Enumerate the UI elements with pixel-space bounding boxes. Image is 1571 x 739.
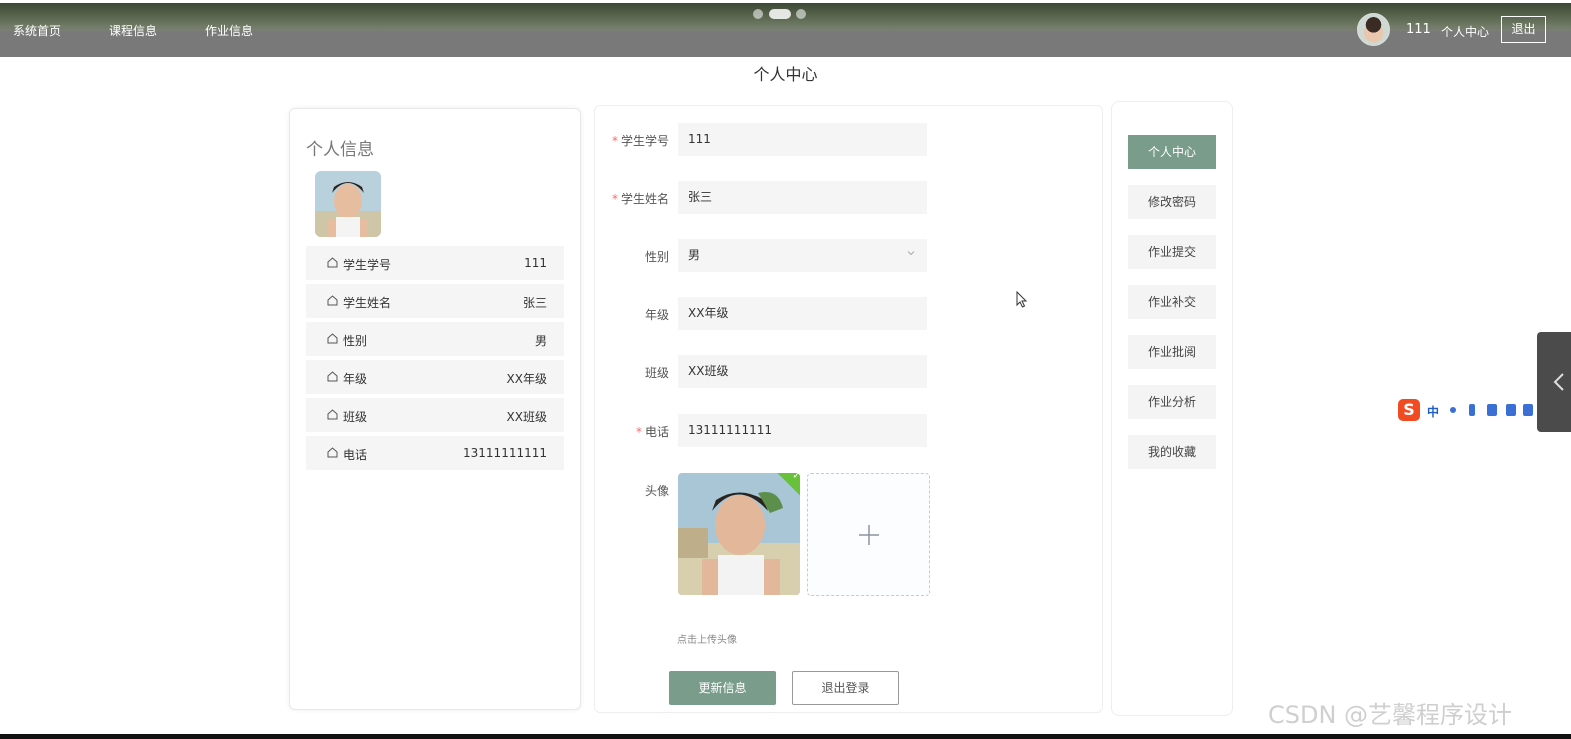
list-item: 学生学号 111 <box>306 246 564 280</box>
profile-info-list: 学生学号 111 学生姓名 张三 性别 男 年级 XX年级 班级 XX班级 电话… <box>306 246 564 474</box>
menu-item-homework-analysis[interactable]: 作业分析 <box>1128 385 1216 419</box>
menu-item-my-favorites[interactable]: 我的收藏 <box>1128 435 1216 469</box>
page-title: 个人中心 <box>753 65 818 84</box>
ime-toolbar[interactable]: S 中 <box>1396 398 1537 424</box>
profile-avatar <box>315 171 381 237</box>
check-icon: ✓ <box>792 473 800 482</box>
ime-mode[interactable]: 中 <box>1427 403 1439 420</box>
tools-icon[interactable] <box>1523 404 1533 416</box>
nav-user-center[interactable]: 个人中心 <box>1441 23 1489 40</box>
gender-select-value: 男 <box>688 248 701 262</box>
carousel-dot-active[interactable] <box>769 9 791 19</box>
top-stripe <box>0 0 1571 3</box>
profile-form: * 学生学号 111 * 学生姓名 张三 性别 男 年级 XX年级 班级 XX班级 … <box>594 105 1103 713</box>
side-collapse-tab[interactable] <box>1537 332 1571 432</box>
avatar-label: 头像 <box>644 484 669 498</box>
info-value: 13111111111 <box>463 446 547 460</box>
logout-login-button[interactable]: 退出登录 <box>792 671 899 705</box>
user-avatar[interactable] <box>1357 13 1390 46</box>
list-item: 学生姓名 张三 <box>306 284 564 318</box>
carousel-dot[interactable] <box>753 9 763 19</box>
menu-item-review-homework[interactable]: 作业批阅 <box>1128 335 1216 369</box>
uploaded-avatar[interactable]: ✓ <box>678 473 800 595</box>
info-label: 班级 <box>343 410 368 424</box>
student-name-label: * 学生姓名 <box>611 192 669 206</box>
class-label: 班级 <box>644 366 669 380</box>
list-item: 班级 XX班级 <box>306 398 564 432</box>
info-value: XX班级 <box>506 410 547 424</box>
phone-field[interactable]: 13111111111 <box>678 414 927 447</box>
info-label: 电话 <box>343 448 368 462</box>
student-no-label: * 学生学号 <box>611 134 669 148</box>
microphone-icon[interactable] <box>1469 404 1475 416</box>
info-value: 张三 <box>522 296 547 310</box>
info-label: 性别 <box>343 334 368 348</box>
mouse-cursor-icon <box>1016 291 1028 308</box>
menu-item-user-center[interactable]: 个人中心 <box>1128 135 1216 169</box>
student-no-field[interactable]: 111 <box>678 123 927 156</box>
home-icon <box>327 333 338 344</box>
grade-field[interactable]: XX年级 <box>678 297 927 330</box>
list-item: 性别 男 <box>306 322 564 356</box>
username: 111 <box>1406 22 1431 37</box>
logout-button[interactable]: 退出 <box>1501 16 1546 43</box>
menu-item-late-submission[interactable]: 作业补交 <box>1128 285 1216 319</box>
side-menu: 个人中心 修改密码 作业提交 作业补交 作业批阅 作业分析 我的收藏 <box>1111 101 1233 716</box>
menu-item-submit-homework[interactable]: 作业提交 <box>1128 235 1216 269</box>
home-icon <box>327 409 338 420</box>
phone-label: * 电话 <box>635 425 669 439</box>
list-item: 年级 XX年级 <box>306 360 564 394</box>
gender-select[interactable]: 男 <box>678 239 927 272</box>
keyboard-icon[interactable] <box>1487 404 1497 416</box>
home-icon <box>327 371 338 382</box>
info-label: 学生学号 <box>343 258 392 272</box>
top-navbar: 系统首页 课程信息 作业信息 111 个人中心 退出 <box>0 0 1571 57</box>
watermark: CSDN @艺馨程序设计 <box>1268 701 1513 729</box>
profile-card-title: 个人信息 <box>306 140 374 160</box>
carousel-dot[interactable] <box>796 9 806 19</box>
chevron-left-icon <box>1553 373 1564 391</box>
class-field[interactable]: XX班级 <box>678 355 927 388</box>
student-name-field[interactable]: 张三 <box>678 181 927 214</box>
info-label: 学生姓名 <box>343 296 392 310</box>
info-value: XX年级 <box>506 372 547 386</box>
skin-icon[interactable] <box>1506 404 1516 416</box>
nav-courses[interactable]: 课程信息 <box>109 22 157 39</box>
avatar-upload-button[interactable] <box>807 473 930 596</box>
list-item: 电话 13111111111 <box>306 436 564 470</box>
info-value: 111 <box>524 256 547 270</box>
ime-logo: S <box>1398 399 1420 421</box>
info-value: 男 <box>534 334 547 348</box>
upload-tip: 点击上传头像 <box>677 635 737 646</box>
plus-icon <box>859 525 879 545</box>
chevron-down-icon <box>907 251 915 256</box>
grade-label: 年级 <box>644 308 669 322</box>
home-icon <box>327 295 338 306</box>
nav-homework[interactable]: 作业信息 <box>205 22 253 39</box>
home-icon <box>327 257 338 268</box>
home-icon <box>327 447 338 458</box>
menu-item-change-password[interactable]: 修改密码 <box>1128 185 1216 219</box>
info-label: 年级 <box>343 372 368 386</box>
update-info-button[interactable]: 更新信息 <box>669 671 776 705</box>
bottom-border <box>0 734 1571 739</box>
gender-label: 性别 <box>644 250 669 264</box>
punctuation-icon[interactable] <box>1450 407 1456 413</box>
profile-card: 个人信息 学生学号 111 学生姓名 张三 性别 男 年级 XX年级 班级 XX… <box>289 108 581 710</box>
nav-home[interactable]: 系统首页 <box>13 22 61 39</box>
